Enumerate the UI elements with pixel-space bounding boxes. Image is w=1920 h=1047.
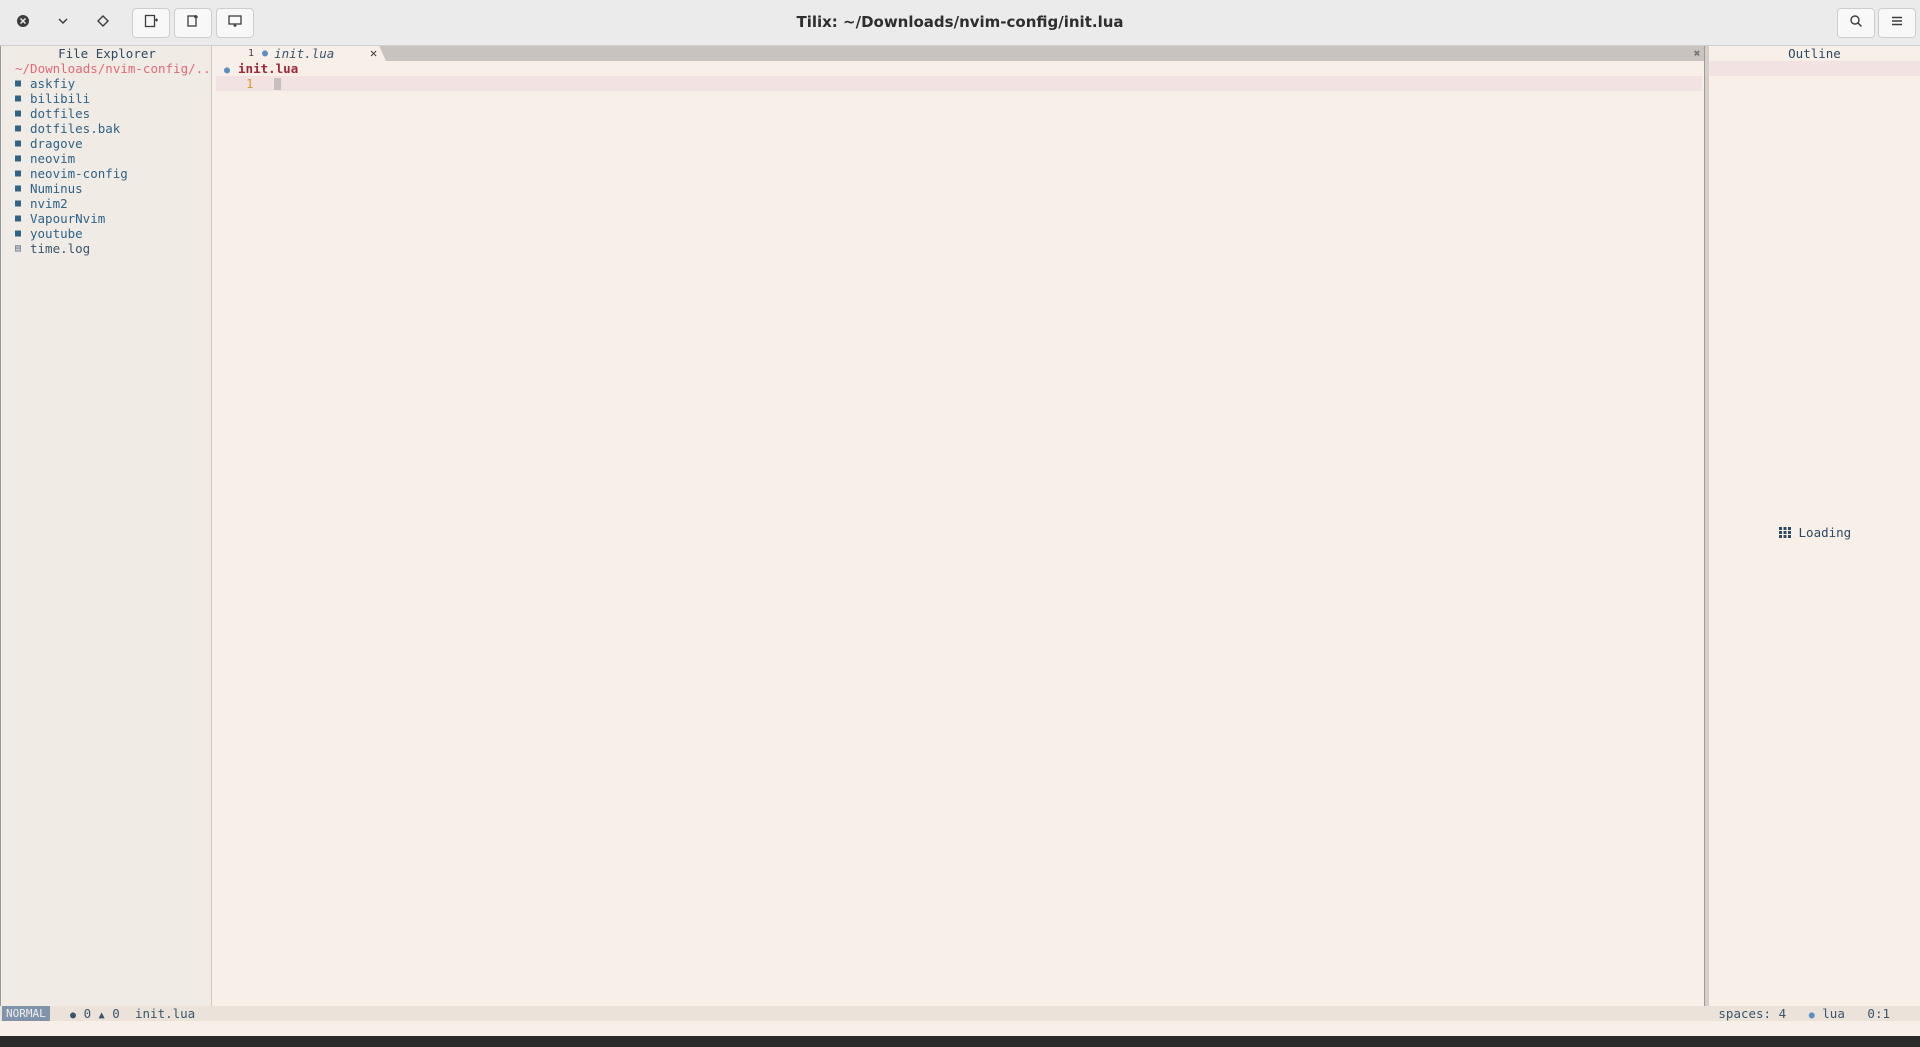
explorer-item-label: Numinus <box>30 181 83 196</box>
text-cursor <box>274 78 281 90</box>
filetype: lua <box>1822 1006 1845 1021</box>
window-title: Tilix: ~/Downloads/nvim-config/init.lua <box>796 13 1124 31</box>
find-button[interactable] <box>1837 8 1875 38</box>
explorer-item-label: time.log <box>30 241 91 256</box>
editor-pane[interactable]: ● init.lua 1 <box>216 61 1704 1006</box>
add-terminal-down-button[interactable] <box>174 8 212 38</box>
tab-init-lua[interactable]: 1 ● init.lua ✕ <box>216 46 386 61</box>
loading-label: Loading <box>1798 525 1852 540</box>
folder-icon: ■ <box>15 123 22 134</box>
winbar: ● init.lua <box>224 61 298 76</box>
explorer-folder-item[interactable]: ■ nvim2 <box>15 196 128 211</box>
file-explorer-title: File Explorer <box>58 46 156 61</box>
split-right-icon <box>143 13 159 33</box>
folder-icon: ■ <box>15 138 22 149</box>
folder-icon: ■ <box>15 78 22 89</box>
session-menu-button[interactable] <box>44 8 82 38</box>
add-terminal-right-button[interactable] <box>132 8 170 38</box>
explorer-item-label: dragove <box>30 136 83 151</box>
outline-title: Outline <box>1788 46 1841 61</box>
explorer-folder-item[interactable]: ■ neovim-config <box>15 166 128 181</box>
title-bar: Tilix: ~/Downloads/nvim-config/init.lua <box>0 0 1920 46</box>
main-menu-button[interactable] <box>1878 8 1916 38</box>
explorer-folder-item[interactable]: ■ VapourNvim <box>15 211 128 226</box>
outline-cursor-line <box>1709 61 1920 76</box>
status-filename: init.lua <box>135 1006 196 1021</box>
explorer-folder-item[interactable]: ■ askfiy <box>15 76 128 91</box>
explorer-folder-item[interactable]: ■ Numinus <box>15 181 128 196</box>
sync-input-button[interactable] <box>84 8 122 38</box>
cursor-line <box>216 76 1702 91</box>
winbar-filename: init.lua <box>238 61 299 76</box>
diamond-icon <box>96 14 110 32</box>
tab-close-icon[interactable]: ✕ <box>370 46 377 61</box>
lua-file-icon: ● <box>1808 1010 1815 1021</box>
explorer-folder-item[interactable]: ■ bilibili <box>15 91 128 106</box>
split-down-icon <box>185 13 201 33</box>
folder-icon: ■ <box>15 168 22 179</box>
status-line: NORMAL ● 0 ▲ 0 init.lua spaces: 4 ● lua … <box>0 1006 1920 1021</box>
folder-icon: ■ <box>15 183 22 194</box>
close-circle-icon <box>16 14 30 32</box>
tabline: 1 ● init.lua ✕ ✖ <box>216 46 1704 61</box>
tab-number: 1 <box>248 48 255 59</box>
error-count: 0 <box>83 1006 92 1021</box>
close-all-icon[interactable]: ✖ <box>1690 46 1704 61</box>
terminal[interactable]: File Explorer ~/Downloads/nvim-config/..… <box>0 46 1920 1036</box>
mode-indicator: NORMAL <box>2 1006 50 1021</box>
indent-info: spaces: 4 <box>1718 1006 1787 1021</box>
folder-icon: ■ <box>15 213 22 224</box>
explorer-item-label: VapourNvim <box>30 211 106 226</box>
explorer-item-label: neovim-config <box>30 166 128 181</box>
folder-icon: ■ <box>15 198 22 209</box>
file-icon: ▤ <box>15 243 22 254</box>
window-bottom-border <box>0 1036 1920 1047</box>
explorer-item-label: dotfiles.bak <box>30 121 121 136</box>
add-session-button[interactable] <box>216 8 254 38</box>
cursor-position: 0:1 <box>1867 1006 1890 1021</box>
grid-icon <box>1779 525 1799 540</box>
explorer-list: ■ askfiy ■ bilibili ■ dotfiles ■ dotfiles.bak ■ d… <box>15 76 128 256</box>
folder-icon: ■ <box>15 228 22 239</box>
folder-icon: ■ <box>15 108 22 119</box>
outline-panel: Outline Loading <box>1709 46 1920 1006</box>
file-explorer-panel: File Explorer ~/Downloads/nvim-config/..… <box>0 46 212 1006</box>
explorer-folder-item[interactable]: ■ dotfiles.bak <box>15 121 128 136</box>
explorer-root-path[interactable]: ~/Downloads/nvim-config/.. <box>15 61 211 76</box>
close-window-button[interactable] <box>4 8 42 38</box>
search-icon <box>1849 14 1863 32</box>
explorer-folder-item[interactable]: ■ youtube <box>15 226 128 241</box>
folder-icon: ■ <box>15 93 22 104</box>
lua-file-icon: ● <box>262 48 269 59</box>
explorer-folder-item[interactable]: ■ dotfiles <box>15 106 128 121</box>
command-line[interactable] <box>0 1021 1920 1036</box>
line-number: 1 <box>246 76 254 91</box>
outline-loading: Loading <box>1779 525 1851 540</box>
explorer-item-label: askfiy <box>30 76 76 91</box>
lua-file-icon: ● <box>224 65 231 76</box>
explorer-item-label: nvim2 <box>30 196 68 211</box>
explorer-folder-item[interactable]: ■ neovim <box>15 151 128 166</box>
chevron-down-icon <box>56 14 70 32</box>
explorer-item-label: bilibili <box>30 91 91 106</box>
error-icon: ● <box>70 1010 77 1021</box>
explorer-item-label: dotfiles <box>30 106 91 121</box>
new-window-icon <box>227 13 243 33</box>
hamburger-menu-icon <box>1890 14 1904 32</box>
folder-icon: ■ <box>15 153 22 164</box>
warning-count: 0 <box>112 1006 120 1021</box>
explorer-folder-item[interactable]: ■ dragove <box>15 136 128 151</box>
explorer-item-label: neovim <box>30 151 76 166</box>
explorer-item-label: youtube <box>30 226 83 241</box>
explorer-file-item[interactable]: ▤ time.log <box>15 241 128 256</box>
tab-label: init.lua <box>274 46 335 61</box>
warning-icon: ▲ <box>98 1010 105 1021</box>
